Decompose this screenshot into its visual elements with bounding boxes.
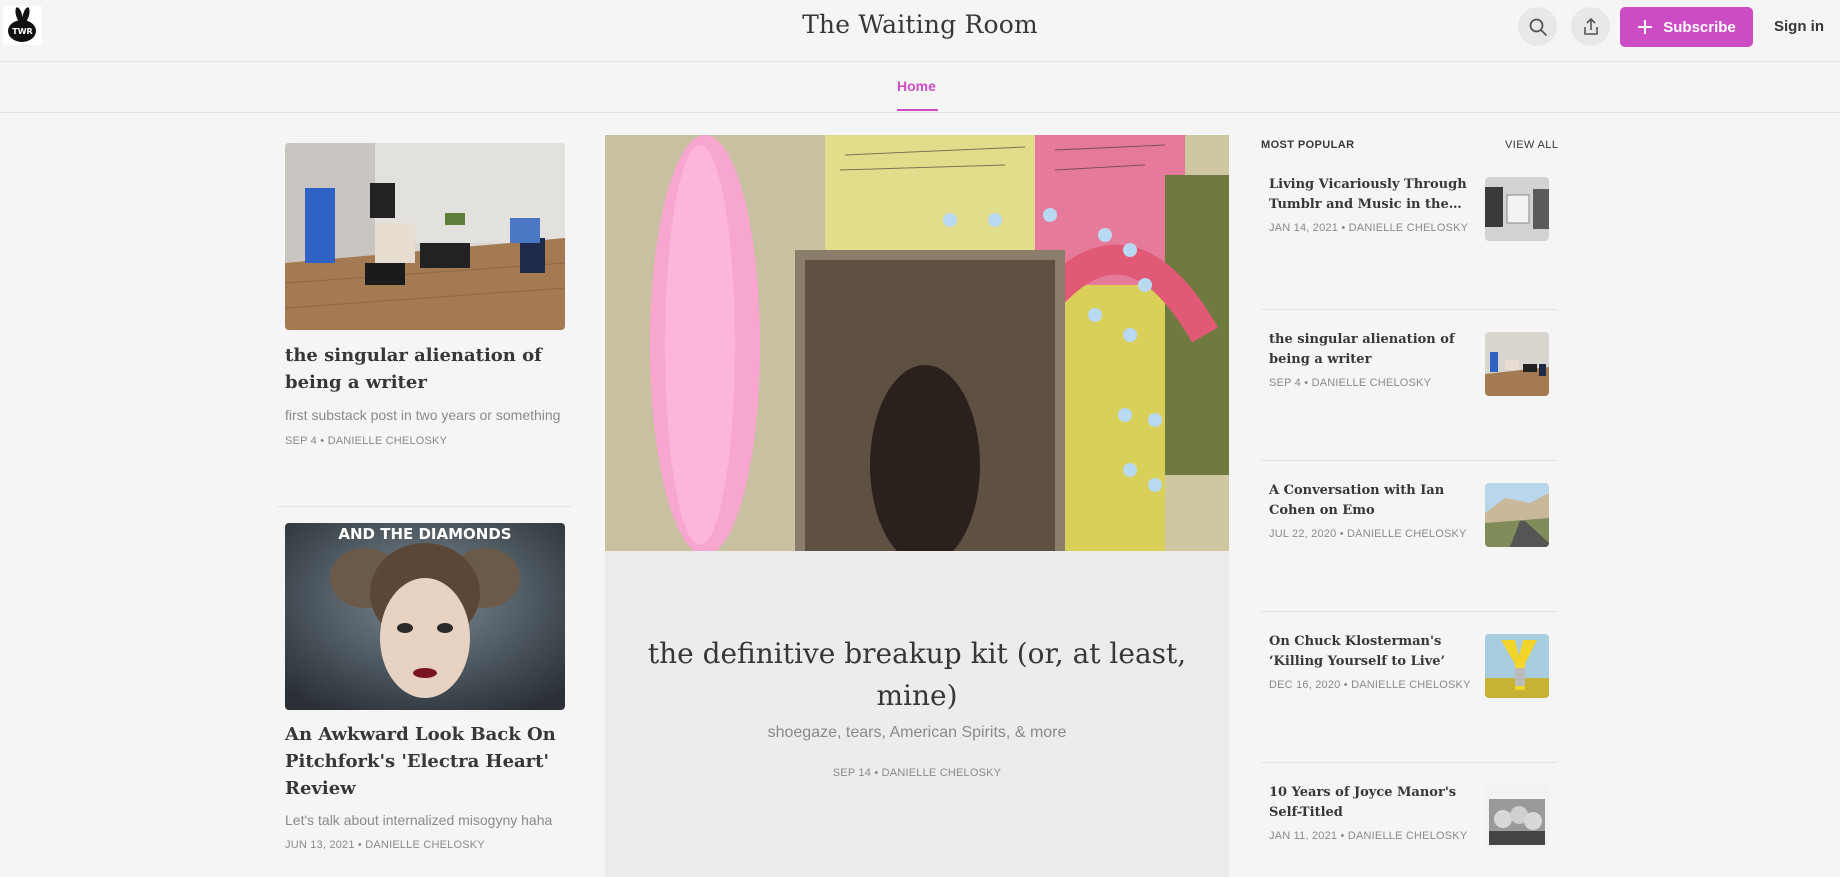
post-author[interactable]: DANIELLE CHELOSKY [1348,830,1468,842]
popular-post-title[interactable]: the singular alienation of being a write… [1269,330,1474,370]
post-date: SEP 4 [1269,377,1301,389]
featured-post[interactable]: the definitive breakup kit (or, at least… [605,135,1229,877]
top-bar: TWR The Waiting Room Subscribe Sign in [0,0,1840,62]
post-meta: JUN 13, 2021 • DANIELLE CHELOSKY [285,839,485,851]
post-author[interactable]: DANIELLE CHELOSKY [1347,528,1467,540]
popular-post-meta: JAN 11, 2021 • DANIELLE CHELOSKY [1269,830,1468,842]
popular-post-item[interactable]: A Conversation with Ian Cohen on Emo JUL… [1261,460,1557,612]
post-date: JUN 13, 2021 [285,839,355,851]
post-date: JUL 22, 2020 [1269,528,1337,540]
popular-post-title[interactable]: On Chuck Klosterman's ‘Killing Yourself … [1269,632,1474,672]
post-date: JAN 11, 2021 [1269,830,1338,842]
publication-logo[interactable]: TWR [3,6,42,45]
popular-post-meta: JAN 14, 2021 • DANIELLE CHELOSKY [1269,222,1469,234]
featured-post-image[interactable] [605,135,1229,551]
popular-post-title[interactable]: A Conversation with Ian Cohen on Emo [1269,481,1474,521]
post-author[interactable]: DANIELLE CHELOSKY [328,435,448,447]
popular-post-meta: JUL 22, 2020 • DANIELLE CHELOSKY [1269,528,1467,540]
popular-post-item[interactable]: 10 Years of Joyce Manor's Self-Titled JA… [1261,762,1557,877]
search-icon [1529,18,1547,36]
post-date: JAN 14, 2021 [1269,222,1339,234]
featured-post-title[interactable]: the definitive breakup kit (or, at least… [635,633,1199,717]
post-author[interactable]: DANIELLE CHELOSKY [1351,679,1471,691]
post-author[interactable]: DANIELLE CHELOSKY [365,839,485,851]
popular-post-item[interactable]: Living Vicariously Through Tumblr and Mu… [1261,155,1557,307]
plus-icon [1638,20,1653,34]
post-subtitle[interactable]: Let's talk about internalized misogyny h… [285,812,565,828]
active-tab-indicator [897,109,938,111]
sign-in-link[interactable]: Sign in [1774,18,1824,35]
share-button[interactable] [1571,7,1610,46]
post-card[interactable]: AND THE DIAMONDS An Awkward Look Back On… [285,523,565,851]
featured-post-subtitle[interactable]: shoegaze, tears, American Spirits, & mor… [605,724,1229,742]
popular-post-meta: DEC 16, 2020 • DANIELLE CHELOSKY [1269,679,1471,691]
site-title[interactable]: The Waiting Room [0,10,1840,39]
popular-post-item[interactable]: the singular alienation of being a write… [1261,309,1557,461]
subscribe-label: Subscribe [1663,18,1736,36]
post-title[interactable]: An Awkward Look Back On Pitchfork's 'Ele… [285,721,565,802]
tab-home[interactable]: Home [897,78,936,94]
popular-post-thumbnail[interactable] [1485,177,1549,241]
popular-post-title[interactable]: Living Vicariously Through Tumblr and Mu… [1269,175,1474,215]
post-date: SEP 14 [832,767,872,779]
image-caption: AND THE DIAMONDS [338,525,511,543]
nav-bar: Home [0,62,1840,113]
post-card[interactable]: the singular alienation of being a write… [285,143,565,447]
popular-post-meta: SEP 4 • DANIELLE CHELOSKY [1269,377,1432,389]
post-author[interactable]: DANIELLE CHELOSKY [1349,222,1469,234]
popular-post-thumbnail[interactable] [1485,785,1549,849]
search-button[interactable] [1518,7,1557,46]
post-thumbnail[interactable] [285,143,565,330]
post-title[interactable]: the singular alienation of being a write… [285,342,565,396]
most-popular-heading: MOST POPULAR [1261,139,1355,151]
divider [277,506,572,507]
popular-post-title[interactable]: 10 Years of Joyce Manor's Self-Titled [1269,783,1474,823]
subscribe-button[interactable]: Subscribe [1620,7,1753,47]
popular-post-thumbnail[interactable] [1485,332,1549,396]
popular-post-thumbnail[interactable] [1485,634,1549,698]
popular-post-item[interactable]: On Chuck Klosterman's ‘Killing Yourself … [1261,611,1557,763]
post-meta: SEP 4 • DANIELLE CHELOSKY [285,435,448,447]
share-icon [1583,17,1598,35]
popular-post-thumbnail[interactable] [1485,483,1549,547]
post-date: DEC 16, 2020 [1269,679,1341,691]
post-author[interactable]: DANIELLE CHELOSKY [1312,377,1432,389]
post-author[interactable]: DANIELLE CHELOSKY [882,767,1002,779]
featured-post-meta: SEP 14 • DANIELLE CHELOSKY [832,767,1002,779]
post-thumbnail[interactable]: AND THE DIAMONDS [285,523,565,710]
view-all-link[interactable]: VIEW ALL [1505,139,1558,151]
post-date: SEP 4 [285,435,317,447]
post-subtitle[interactable]: first substack post in two years or some… [285,407,565,423]
svg-text:TWR: TWR [12,27,32,36]
